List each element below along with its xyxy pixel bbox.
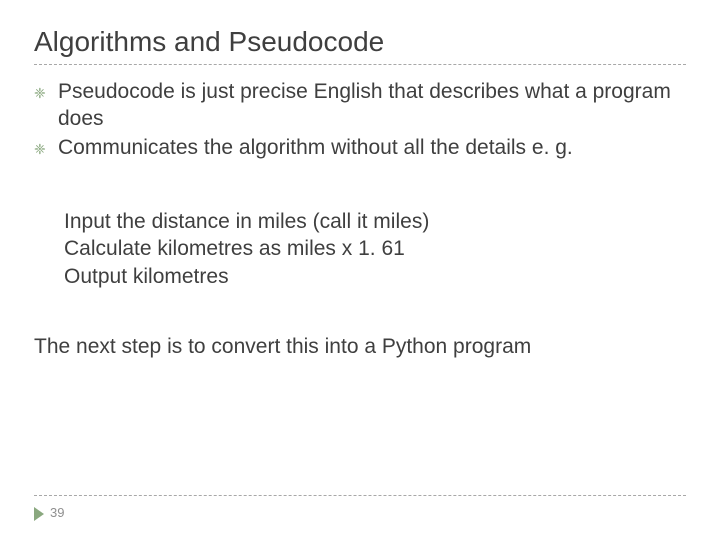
closing-text: The next step is to convert this into a … [34,333,686,360]
bullet-icon: ❈ [34,135,58,162]
pseudocode-line: Output kilometres [64,263,686,291]
pseudocode-line: Input the distance in miles (call it mil… [64,208,686,236]
page-title: Algorithms and Pseudocode [34,26,686,58]
bullet-icon: ❈ [34,79,58,133]
page-number: 39 [50,505,64,520]
page-arrow-icon [34,507,44,521]
bullet-list: ❈ Pseudocode is just precise English tha… [34,79,686,162]
title-divider [34,64,686,65]
slide: Algorithms and Pseudocode ❈ Pseudocode i… [0,0,720,540]
footer-divider [34,495,686,496]
pseudocode-line: Calculate kilometres as miles x 1. 61 [64,235,686,263]
bullet-item: Communicates the algorithm without all t… [58,135,686,162]
bullet-item: Pseudocode is just precise English that … [58,79,686,133]
pseudocode-block: Input the distance in miles (call it mil… [64,208,686,291]
